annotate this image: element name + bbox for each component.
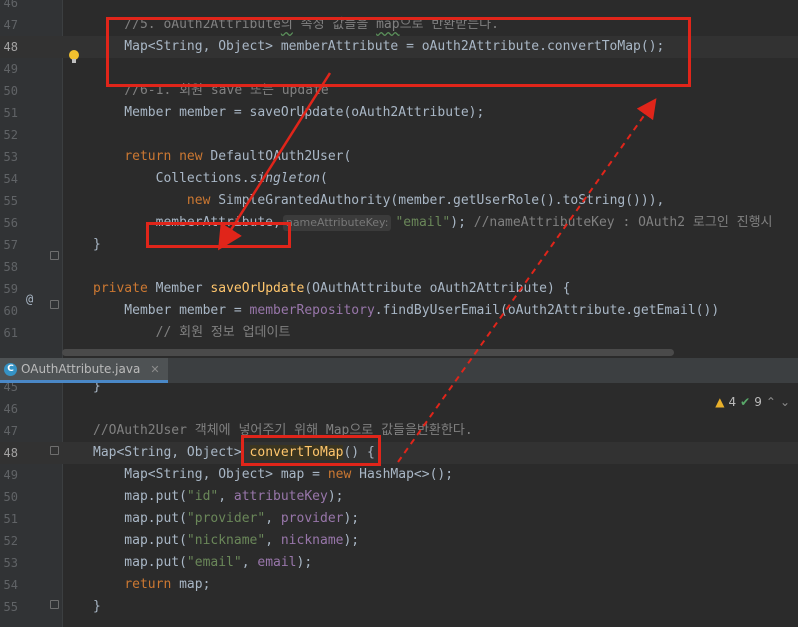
arrow-dashed xyxy=(397,98,657,463)
arrow-solid xyxy=(217,72,332,251)
annotation-arrows xyxy=(217,72,657,463)
